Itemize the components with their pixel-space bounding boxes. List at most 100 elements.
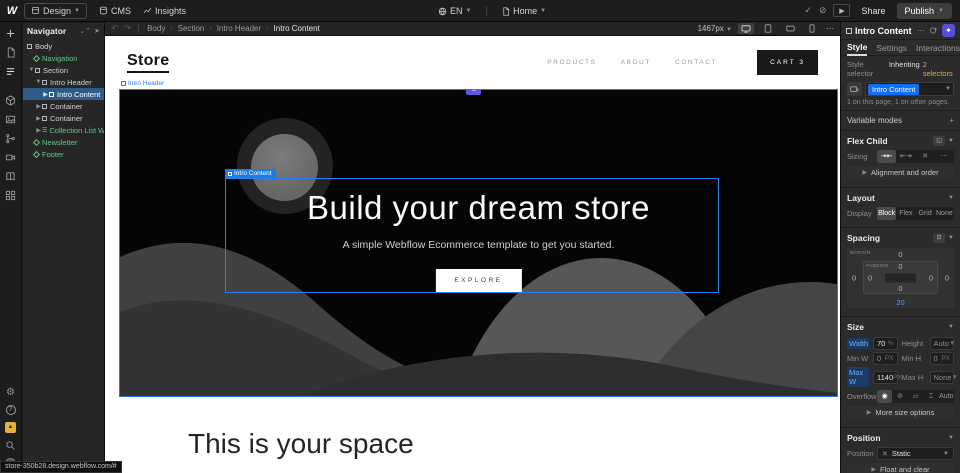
webflow-logo-icon[interactable]: W [0, 5, 24, 17]
share-button[interactable]: Share [857, 4, 889, 18]
help-icon[interactable]: ? [6, 405, 16, 415]
min-width-input[interactable]: 0 PX [873, 352, 898, 365]
navigator-icon[interactable] [5, 66, 16, 77]
video-icon[interactable] [5, 152, 16, 163]
overflow-hidden-icon[interactable]: ⊘ [892, 390, 907, 403]
tree-item-intro-content[interactable]: ▶ Intro Content [23, 88, 104, 100]
intro-content-selection-outline[interactable]: Intro Content [225, 178, 719, 293]
add-variable-mode-icon[interactable]: + [949, 116, 954, 125]
intro-header-selection-label[interactable]: Intro Header [121, 80, 164, 87]
float-and-clear-button[interactable]: ▶ Float and clear [847, 463, 954, 473]
display-flex-option[interactable]: Flex [896, 207, 915, 220]
tree-item-collection-list[interactable]: ▶ ☰ Collection List Wra... [23, 124, 104, 136]
padding-top-value[interactable]: 0 [898, 262, 902, 271]
overflow-scroll-icon[interactable]: ▱ [908, 390, 923, 403]
width-input[interactable]: 70 % [873, 337, 898, 350]
margin-bottom-value[interactable]: 20 [896, 298, 904, 307]
chevron-down-icon[interactable]: ▼ [948, 235, 954, 241]
overflow-visible-icon[interactable]: ◉ [877, 390, 892, 403]
variable-modes-row[interactable]: Variable modes + [841, 111, 960, 131]
components-icon[interactable] [5, 95, 16, 106]
collapse-all-icon[interactable]: ⌄⌃ [79, 27, 91, 35]
nav-link-about[interactable]: ABOUT [621, 59, 651, 66]
max-width-unit[interactable]: PX [893, 374, 902, 381]
selectors-count[interactable]: 2 selectors [923, 60, 954, 78]
pages-icon[interactable] [6, 47, 16, 58]
cms-button[interactable]: CMS [93, 4, 137, 18]
audit-warning-icon[interactable]: ▲ [5, 422, 16, 433]
sizing-none-icon[interactable]: ✕ [916, 150, 935, 163]
assets-icon[interactable] [5, 114, 16, 125]
nav-link-products[interactable]: PRODUCTS [547, 59, 596, 66]
overflow-auto-option[interactable]: Auto [939, 390, 954, 403]
tree-item-intro-header[interactable]: ▼ Intro Header [23, 76, 104, 88]
store-logo[interactable]: Store [127, 52, 169, 73]
tree-item-container[interactable]: ▶ Container [23, 100, 104, 112]
more-options-icon[interactable]: ⋯ [917, 26, 925, 35]
breadcrumb-item[interactable]: Intro Header [217, 24, 261, 33]
settings-icon[interactable]: ⚙ [6, 388, 15, 398]
breakpoint-phone-icon[interactable] [804, 23, 820, 34]
spotlight-icon[interactable]: ✦ [942, 24, 955, 37]
preview-button[interactable]: ▶ [833, 4, 850, 17]
max-height-input[interactable]: None ▼ [930, 371, 955, 384]
chevron-down-icon[interactable]: ▼ [948, 195, 954, 201]
min-height-input[interactable]: 0 PX [930, 352, 955, 365]
breadcrumb-item-current[interactable]: Intro Content [274, 24, 320, 33]
page-switcher[interactable]: Home ▼ [496, 4, 552, 18]
min-height-unit[interactable]: PX [941, 355, 950, 362]
sizing-shrink-icon[interactable]: ⇥⇤ [877, 150, 896, 163]
interactions-icon[interactable] [5, 133, 16, 144]
caret-down-icon[interactable]: ▼ [28, 67, 35, 73]
caret-right-icon[interactable]: ▶ [35, 115, 42, 122]
cart-button[interactable]: CART 3 [757, 50, 818, 75]
tree-item-section[interactable]: ▼ Section [23, 64, 104, 76]
canvas-width-dropdown[interactable]: 1467px ▼ [698, 24, 732, 33]
publish-button[interactable]: Publish ▼ [897, 3, 952, 19]
flex-child-indicator-icon[interactable]: ◱ [933, 136, 945, 146]
chevron-down-icon[interactable]: ▼ [948, 324, 954, 330]
intro-content-selection-label[interactable]: Intro Content [225, 169, 276, 178]
breadcrumb-item[interactable]: Section [178, 24, 205, 33]
padding-left-value[interactable]: 0 [868, 273, 872, 282]
history-icon[interactable]: ⊘ [819, 5, 827, 16]
min-width-unit[interactable]: PX [885, 355, 894, 362]
tree-item-newsletter[interactable]: Newsletter [23, 136, 104, 148]
class-selector-field[interactable]: Intro Content ▼ [865, 82, 954, 96]
clear-icon[interactable]: ✕ [882, 450, 888, 458]
tree-item-body[interactable]: Body [23, 40, 104, 52]
more-size-options-button[interactable]: ▶ More size options [847, 406, 954, 419]
redo-icon[interactable]: ↷ [124, 23, 132, 34]
apps-icon[interactable] [5, 190, 16, 201]
breakpoint-indicator-button[interactable] [847, 82, 862, 96]
nav-link-contact[interactable]: CONTACT [675, 59, 717, 66]
chevron-down-icon[interactable]: ▼ [948, 138, 954, 144]
tab-style[interactable]: Style [847, 40, 867, 56]
hero-section[interactable]: ⇅ Build your dream store A simple Webflo… [119, 89, 838, 397]
caret-right-icon[interactable]: ▶ [35, 103, 42, 110]
tab-interactions[interactable]: Interactions [916, 41, 960, 55]
margin-top-value[interactable]: 0 [898, 250, 902, 259]
display-grid-option[interactable]: Grid [916, 207, 935, 220]
more-breakpoints-icon[interactable]: ⋯ [826, 24, 834, 33]
margin-left-value[interactable]: 0 [852, 274, 856, 283]
style-guide-icon[interactable] [5, 171, 16, 182]
padding-bottom-value[interactable]: 0 [898, 284, 902, 293]
caret-right-icon[interactable]: ▶ [35, 127, 42, 134]
width-unit[interactable]: % [888, 340, 894, 347]
sizing-grow-icon[interactable]: ⇤⇥ [896, 150, 915, 163]
alignment-and-order-button[interactable]: ▶ Alignment and order [847, 166, 954, 179]
tree-item-container[interactable]: ▶ Container [23, 112, 104, 124]
display-none-option[interactable]: None [935, 207, 954, 220]
design-canvas[interactable]: Store PRODUCTS ABOUT CONTACT CART 3 Intr… [105, 36, 840, 473]
section-heading[interactable]: This is your space [188, 428, 414, 460]
tree-item-footer[interactable]: Footer [23, 148, 104, 160]
design-mode-button[interactable]: Design ▼ [24, 3, 87, 19]
search-icon[interactable] [5, 440, 16, 451]
tab-settings[interactable]: Settings [876, 41, 907, 55]
breakpoint-tablet-icon[interactable] [760, 23, 776, 34]
section-drag-handle[interactable]: ⇅ [466, 89, 481, 95]
position-select[interactable]: ✕ Static ▼ [877, 447, 954, 460]
class-pill[interactable]: Intro Content [868, 84, 919, 95]
chevron-down-icon[interactable]: ▼ [948, 435, 954, 441]
